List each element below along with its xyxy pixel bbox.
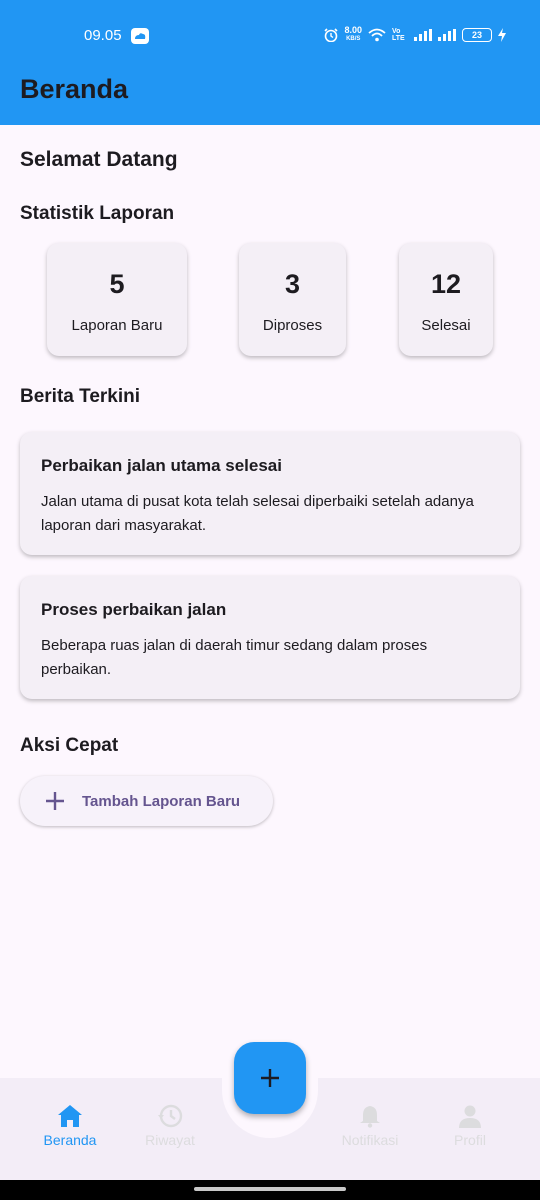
history-icon — [158, 1104, 183, 1128]
status-icons: 8.00 KB/S Vo LTE 23 — [324, 26, 506, 44]
stat-value: 3 — [284, 269, 301, 299]
nav-label: Notifikasi — [341, 1132, 399, 1148]
add-report-label: Tambah Laporan Baru — [82, 792, 241, 810]
person-icon — [459, 1105, 481, 1128]
app-bar: Beranda — [0, 62, 540, 125]
welcome-heading: Selamat Datang — [20, 148, 178, 171]
nav-item-notifikasi[interactable]: Notifikasi — [320, 1104, 420, 1148]
stat-card-completed[interactable]: 12 Selesai — [399, 243, 493, 356]
nav-label: Riwayat — [145, 1132, 195, 1148]
stat-value: 12 — [430, 269, 462, 299]
status-bar: 09.05 8.00 KB/S Vo LTE 23 — [0, 0, 540, 62]
stat-card-new-reports[interactable]: 5 Laporan Baru — [47, 243, 187, 356]
cloud-icon — [131, 28, 149, 44]
news-card[interactable]: Perbaikan jalan utama selesai Jalan utam… — [20, 432, 520, 555]
nav-label: Beranda — [43, 1132, 97, 1148]
speed-value: 8.00 — [344, 25, 362, 35]
stat-card-in-process[interactable]: 3 Diproses — [239, 243, 346, 356]
stat-label: Laporan Baru — [71, 317, 163, 334]
battery-indicator: 23 — [462, 28, 492, 42]
bell-icon — [360, 1106, 380, 1128]
nav-label: Profil — [454, 1132, 486, 1148]
nav-item-riwayat[interactable]: Riwayat — [120, 1104, 220, 1148]
nav-item-beranda[interactable]: Beranda — [20, 1104, 120, 1148]
signal-icon-2 — [438, 29, 456, 41]
add-fab-button[interactable] — [234, 1042, 306, 1114]
stat-label: Diproses — [262, 317, 323, 334]
news-body: Beberapa ruas jalan di daerah timur seda… — [41, 637, 428, 678]
add-report-button[interactable]: Tambah Laporan Baru — [20, 776, 273, 826]
news-title: Perbaikan jalan utama selesai — [41, 456, 282, 475]
battery-level: 23 — [471, 30, 482, 40]
charging-icon — [498, 28, 506, 42]
page-title: Beranda — [20, 74, 129, 104]
nav-item-profil[interactable]: Profil — [420, 1104, 520, 1148]
news-section-title: Berita Terkini — [20, 386, 141, 407]
home-indicator[interactable] — [194, 1187, 346, 1191]
plus-icon — [46, 792, 64, 810]
alarm-icon — [324, 28, 339, 42]
stat-value: 5 — [109, 269, 125, 299]
speed-unit: KB/S — [346, 36, 361, 42]
stat-label: Selesai — [421, 317, 471, 334]
stats-section-title: Statistik Laporan — [20, 203, 175, 224]
signal-icon — [414, 29, 432, 41]
news-card[interactable]: Proses perbaikan jalan Beberapa ruas jal… — [20, 576, 520, 699]
news-body: Jalan utama di pusat kota telah selesai … — [41, 493, 474, 534]
gesture-bar — [0, 1180, 540, 1200]
status-time: 09.05 — [84, 27, 122, 44]
wifi-icon — [368, 28, 386, 42]
quick-actions-title: Aksi Cepat — [20, 735, 119, 756]
volte-label: Vo LTE — [392, 28, 405, 42]
news-title: Proses perbaikan jalan — [41, 600, 227, 619]
network-speed: 8.00 KB/S — [344, 26, 362, 44]
home-icon — [58, 1105, 82, 1127]
plus-icon — [261, 1069, 279, 1087]
